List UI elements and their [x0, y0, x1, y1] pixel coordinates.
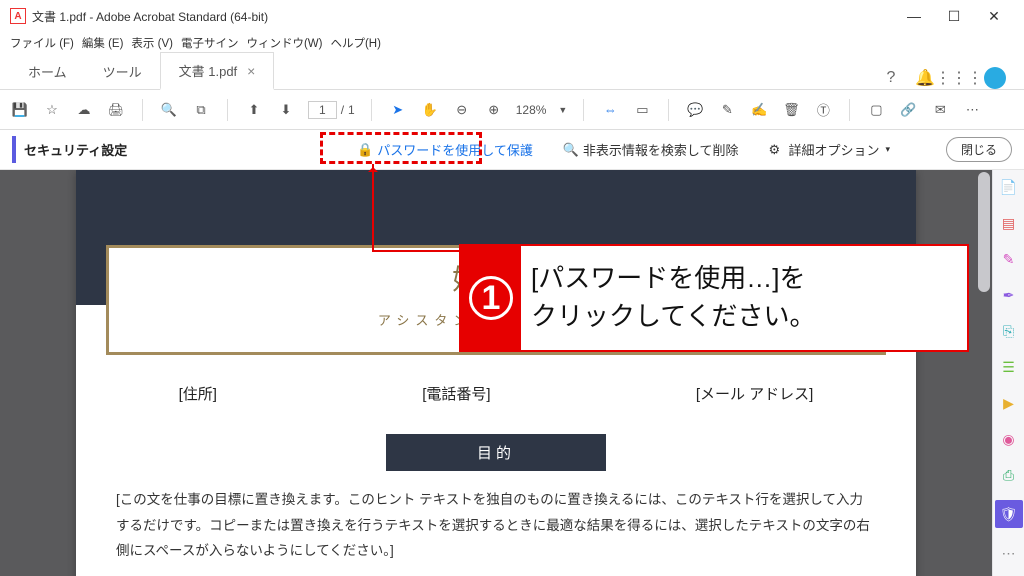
tab-document[interactable]: 文書 1.pdf ×: [160, 52, 275, 90]
page-indicator: 1 / 1: [308, 101, 355, 119]
tool-protect-icon[interactable]: 🛡: [995, 500, 1023, 528]
fit-width-icon[interactable]: ⇔: [600, 100, 620, 120]
zoom-out-icon[interactable]: ⊖: [452, 100, 472, 120]
search-icon[interactable]: 🔍: [159, 100, 179, 120]
pointer-icon[interactable]: ➤: [388, 100, 408, 120]
page-down-icon[interactable]: ⬇: [276, 100, 296, 120]
menu-help[interactable]: ヘルプ(H): [328, 33, 382, 53]
tab-tools[interactable]: ツール: [85, 54, 160, 89]
annotation-text: [パスワードを使用…]をクリックしてください。: [521, 256, 967, 339]
tool-combine-icon[interactable]: ▤: [998, 212, 1020, 234]
mail-icon[interactable]: ✉: [930, 100, 950, 120]
maximize-button[interactable]: ☐: [934, 2, 974, 30]
zoom-in-icon[interactable]: ⊕: [484, 100, 504, 120]
avatar[interactable]: [984, 67, 1006, 89]
main-toolbar: 💾 ☆ ☁ 🖨 🔍 ⧉ ⬆ ⬇ 1 / 1 ➤ ✋ ⊖ ⊕ 128%▼ ⇔ ▭ …: [0, 90, 1024, 130]
tool-send-icon[interactable]: ▶: [998, 392, 1020, 414]
minimize-button[interactable]: ―: [894, 2, 934, 30]
vertical-scrollbar-thumb[interactable]: [978, 172, 990, 292]
cloud-upload-icon[interactable]: ☁: [74, 100, 94, 120]
gear-icon: ⚙: [768, 142, 784, 158]
remove-hidden-info-button[interactable]: 🔍 非表示情報を検索して削除: [557, 136, 745, 163]
tab-home[interactable]: ホーム: [10, 54, 85, 89]
menu-view[interactable]: 表示 (V): [129, 33, 175, 53]
tab-bar: ホーム ツール 文書 1.pdf × ? 🔔 ⋮⋮⋮: [0, 54, 1024, 90]
crop-icon[interactable]: ▢: [866, 100, 886, 120]
camera-icon[interactable]: ⧉: [191, 100, 211, 120]
document-viewport[interactable]: 姓 名 アシスタント マネージャー [住所] [電話番号] [メール アドレス]…: [0, 170, 992, 576]
highlight-icon[interactable]: ✎: [717, 100, 737, 120]
comment-icon[interactable]: 💬: [685, 100, 705, 120]
resume-address: [住所]: [179, 383, 217, 404]
close-panel-button[interactable]: 閉じる: [946, 137, 1012, 162]
tool-export-icon[interactable]: ⎘: [998, 320, 1020, 342]
tool-organize-icon[interactable]: ☰: [998, 356, 1020, 378]
resume-goal-heading: 目的: [386, 434, 606, 471]
security-label: セキュリティ設定: [12, 136, 135, 163]
advanced-options-label: 詳細オプション: [788, 140, 879, 159]
bell-icon[interactable]: 🔔: [916, 69, 934, 87]
page-up-icon[interactable]: ⬆: [244, 100, 264, 120]
tool-comment-icon[interactable]: ◉: [998, 428, 1020, 450]
tab-document-label: 文書 1.pdf: [179, 61, 238, 80]
apps-grid-icon[interactable]: ⋮⋮⋮: [950, 69, 968, 87]
advanced-options-button[interactable]: ⚙ 詳細オプション▾: [762, 136, 896, 163]
search-doc-icon: 🔍: [563, 142, 579, 158]
menu-window[interactable]: ウィンドウ(W): [244, 33, 324, 53]
menu-bar: ファイル (F) 編集 (E) 表示 (V) 電子サイン ウィンドウ(W) ヘル…: [0, 32, 1024, 54]
page-current[interactable]: 1: [308, 101, 337, 119]
stamp-icon[interactable]: 🗑: [781, 100, 801, 120]
resume-contact-row: [住所] [電話番号] [メール アドレス]: [76, 383, 916, 404]
print-icon[interactable]: 🖨: [106, 100, 126, 120]
zoom-level[interactable]: 128%: [516, 103, 547, 117]
resume-goal-text: [この文を仕事の目標に置き換えます。このヒント テキストを独自のものに置き換える…: [116, 487, 876, 564]
read-mode-icon[interactable]: ▭: [632, 100, 652, 120]
star-icon[interactable]: ☆: [42, 100, 62, 120]
app-icon: A: [10, 8, 26, 24]
more-icon[interactable]: ⋯: [962, 100, 982, 120]
menu-edit[interactable]: 編集 (E): [80, 33, 126, 53]
resume-phone: [電話番号]: [422, 383, 490, 404]
tool-scan-icon[interactable]: ⎙: [998, 464, 1020, 486]
security-bar: セキュリティ設定 🔒 パスワードを使用して保護 🔍 非表示情報を検索して削除 ⚙…: [0, 130, 1024, 170]
resume-email: [メール アドレス]: [696, 383, 814, 404]
right-tool-strip: 📄 ▤ ✎ ✒ ⎘ ☰ ▶ ◉ ⎙ 🛡 ⋯: [992, 170, 1024, 576]
text-icon[interactable]: Ⓣ: [813, 100, 833, 120]
tool-edit-pdf-icon[interactable]: ✎: [998, 248, 1020, 270]
annotation-highlight-box: [320, 132, 482, 164]
annotation-callout: 1 [パスワードを使用…]をクリックしてください。: [459, 244, 969, 352]
pdf-page: 姓 名 アシスタント マネージャー [住所] [電話番号] [メール アドレス]…: [76, 170, 916, 576]
hand-icon[interactable]: ✋: [420, 100, 440, 120]
tool-create-pdf-icon[interactable]: 📄: [998, 176, 1020, 198]
tool-sign-icon[interactable]: ✒: [998, 284, 1020, 306]
menu-sign[interactable]: 電子サイン: [179, 33, 241, 53]
save-icon[interactable]: 💾: [10, 100, 30, 120]
tab-close-icon[interactable]: ×: [247, 63, 255, 79]
close-window-button[interactable]: ✕: [974, 2, 1014, 30]
sign-icon[interactable]: ✍: [749, 100, 769, 120]
window-title: 文書 1.pdf - Adobe Acrobat Standard (64-bi…: [32, 8, 268, 25]
annotation-step-number: 1: [461, 246, 521, 350]
title-bar: A 文書 1.pdf - Adobe Acrobat Standard (64-…: [0, 0, 1024, 32]
remove-hidden-info-label: 非表示情報を検索して削除: [583, 140, 739, 159]
menu-file[interactable]: ファイル (F): [8, 33, 76, 53]
link-icon[interactable]: 🔗: [898, 100, 918, 120]
annotation-arrow-horizontal: [372, 250, 460, 252]
page-total: 1: [348, 103, 355, 117]
annotation-arrow-vertical: [372, 164, 374, 250]
tool-more-icon[interactable]: ⋯: [998, 542, 1020, 564]
help-icon[interactable]: ?: [882, 69, 900, 87]
